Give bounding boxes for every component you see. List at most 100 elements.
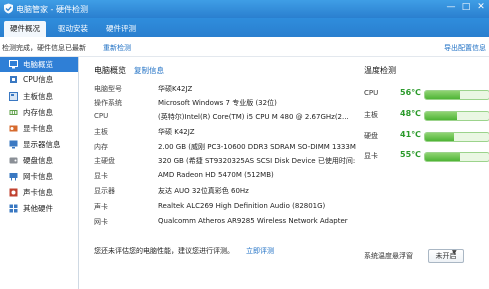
info-row-network: 网卡 Qualcomm Atheros AR9285 Wireless Netw… [94,217,354,230]
sidebar-item-overview[interactable]: 电脑概览 [0,57,78,72]
info-row-model: 电脑型号 华硕K42JZ [94,84,354,97]
temp-value: 56℃ [400,88,421,97]
info-bar: 检测完成，硬件信息已最新 重新检测 导出配置信息 [0,37,489,57]
disk-icon [9,157,18,164]
recheck-link[interactable]: 重新检测 [103,43,131,53]
sidebar-item-label: 主板信息 [23,92,53,101]
other-icon [9,204,18,213]
info-value: 友达 AUO 32位真彩色 60Hz [158,187,249,195]
sidebar-item-other[interactable]: 其他硬件 [0,201,78,216]
memory-icon [9,110,18,115]
info-row-cpu: CPU (英特尔)Intel(R) Core(TM) i5 CPU M 480 … [94,112,354,125]
temp-value: 48℃ [400,109,421,118]
sidebar-item-label: 显卡信息 [23,124,53,133]
temp-float-window-select[interactable]: 未开启 [428,249,464,263]
temp-label: 硬盘 [364,132,378,140]
sidebar-item-graphics[interactable]: 显卡信息 [0,121,78,136]
temp-label: CPU [364,89,379,97]
info-key: 显示器 [94,187,115,195]
info-row-os: 操作系统 Microsoft Windows 7 专业版 (32位) [94,98,354,111]
tab-hardware-overview[interactable]: 硬件概况 [4,21,46,37]
info-row-board: 主板 华硕 K42JZ [94,127,354,140]
info-value: 华硕 K42JZ [158,128,195,136]
tab-hardware-benchmark[interactable]: 硬件评测 [100,21,142,37]
sidebar-item-label: CPU信息 [23,75,54,84]
display-icon [9,140,18,149]
temp-value: 55℃ [400,150,421,159]
info-value: 320 GB (希捷 ST9320325AS SCSI Disk Device … [158,157,362,165]
sidebar-item-label: 网卡信息 [23,172,53,181]
sidebar-item-memory[interactable]: 内存信息 [0,105,78,120]
export-config-link[interactable]: 导出配置信息 [444,43,486,53]
sidebar-item-cpu[interactable]: CPU信息 [0,72,78,87]
sidebar-item-board[interactable]: 主板信息 [0,89,78,104]
graphics-icon [9,125,18,132]
temp-value: 41℃ [400,130,421,139]
benchmark-hint: 您还未评估您的电脑性能，建议您进行评测。 [94,247,234,255]
sound-icon [9,188,18,197]
info-row-memory: 内存 2.00 GB (威刚 PC3-10600 DDR3 SDRAM SO-D… [94,142,368,155]
board-icon [9,92,18,101]
info-value: 华硕K42JZ [158,85,193,93]
temperature-panel: 温度检测 CPU 56℃ 主板 48℃ 硬盘 41℃ 显卡 55℃ 系统温度悬浮… [356,57,489,289]
minimize-icon[interactable]: — [444,0,458,14]
sidebar-item-disk[interactable]: 硬盘信息 [0,153,78,168]
sidebar-item-sound[interactable]: 声卡信息 [0,185,78,200]
temp-bar-fill [425,112,457,120]
temp-bar [424,152,489,162]
temp-bar [424,111,489,121]
sidebar: 电脑概览 CPU信息 主板信息 内存信息 显卡信息 显示器信息 硬盘信息 网卡信… [0,57,79,289]
benchmark-now-link[interactable]: 立即评测 [246,246,274,256]
temp-bar-fill [425,153,461,161]
network-icon [9,173,18,181]
overview-panel: 电脑概览 复制信息 电脑型号 华硕K42JZ 操作系统 Microsoft Wi… [80,57,368,289]
temp-label: 显卡 [364,152,378,160]
info-key: 电脑型号 [94,85,122,93]
monitor-icon [9,60,18,69]
maximize-icon[interactable]: □ [459,0,473,14]
info-key: 网卡 [94,218,108,226]
info-value: AMD Radeon HD 5470M (512MB) [158,171,274,179]
info-key: 主硬盘 [94,157,115,165]
info-row-sound: 声卡 Realtek ALC269 High Definition Audio … [94,202,354,215]
temp-bar [424,90,489,100]
sidebar-item-display[interactable]: 显示器信息 [0,137,78,152]
sidebar-item-label: 电脑概览 [23,60,53,69]
temp-label: 主板 [364,111,378,119]
temp-bar [424,132,489,142]
info-row-disk: 主硬盘 320 GB (希捷 ST9320325AS SCSI Disk Dev… [94,156,362,169]
temp-bar-fill [425,133,454,141]
temp-float-window-label: 系统温度悬浮窗 [364,252,413,260]
temp-row-disk: 硬盘 41℃ [364,129,489,143]
shield-logo-icon [4,3,13,14]
sidebar-item-label: 显示器信息 [23,140,61,149]
info-key: 内存 [94,143,108,151]
copy-info-link[interactable]: 复制信息 [134,65,164,76]
chevron-down-icon[interactable]: ▼ [452,249,457,256]
info-key: 声卡 [94,203,108,211]
close-icon[interactable]: ✕ [474,0,488,14]
temp-row-board: 主板 48℃ [364,108,489,122]
info-key: 显卡 [94,172,108,180]
main-tabs: 硬件概况 驱动安装 硬件评测 [0,18,489,37]
temperature-title: 温度检测 [364,66,396,75]
info-value: Microsoft Windows 7 专业版 (32位) [158,99,277,107]
info-key: 操作系统 [94,99,122,107]
info-value: 2.00 GB (威刚 PC3-10600 DDR3 SDRAM SO-DIMM… [158,143,368,151]
scan-status-text: 检测完成，硬件信息已最新 [2,44,86,52]
overview-title: 电脑概览 [94,66,126,75]
info-key: CPU [94,112,109,120]
title-bar: 电脑管家 - 硬件检测 — □ ✕ [0,0,489,18]
temp-bar-fill [425,91,461,99]
sidebar-item-label: 硬盘信息 [23,156,53,165]
sidebar-item-label: 其他硬件 [23,204,53,213]
info-value: Realtek ALC269 High Definition Audio (82… [158,202,326,210]
tab-driver-install[interactable]: 驱动安装 [52,21,94,37]
cpu-icon [10,76,17,83]
sidebar-item-network[interactable]: 网卡信息 [0,169,78,184]
info-row-graphics: 显卡 AMD Radeon HD 5470M (512MB) [94,171,354,184]
info-row-display: 显示器 友达 AUO 32位真彩色 60Hz [94,186,354,199]
info-value: (英特尔)Intel(R) Core(TM) i5 CPU M 480 @ 2.… [158,113,349,121]
window-title: 电脑管家 - 硬件检测 [16,5,88,14]
sidebar-item-label: 内存信息 [23,108,53,117]
